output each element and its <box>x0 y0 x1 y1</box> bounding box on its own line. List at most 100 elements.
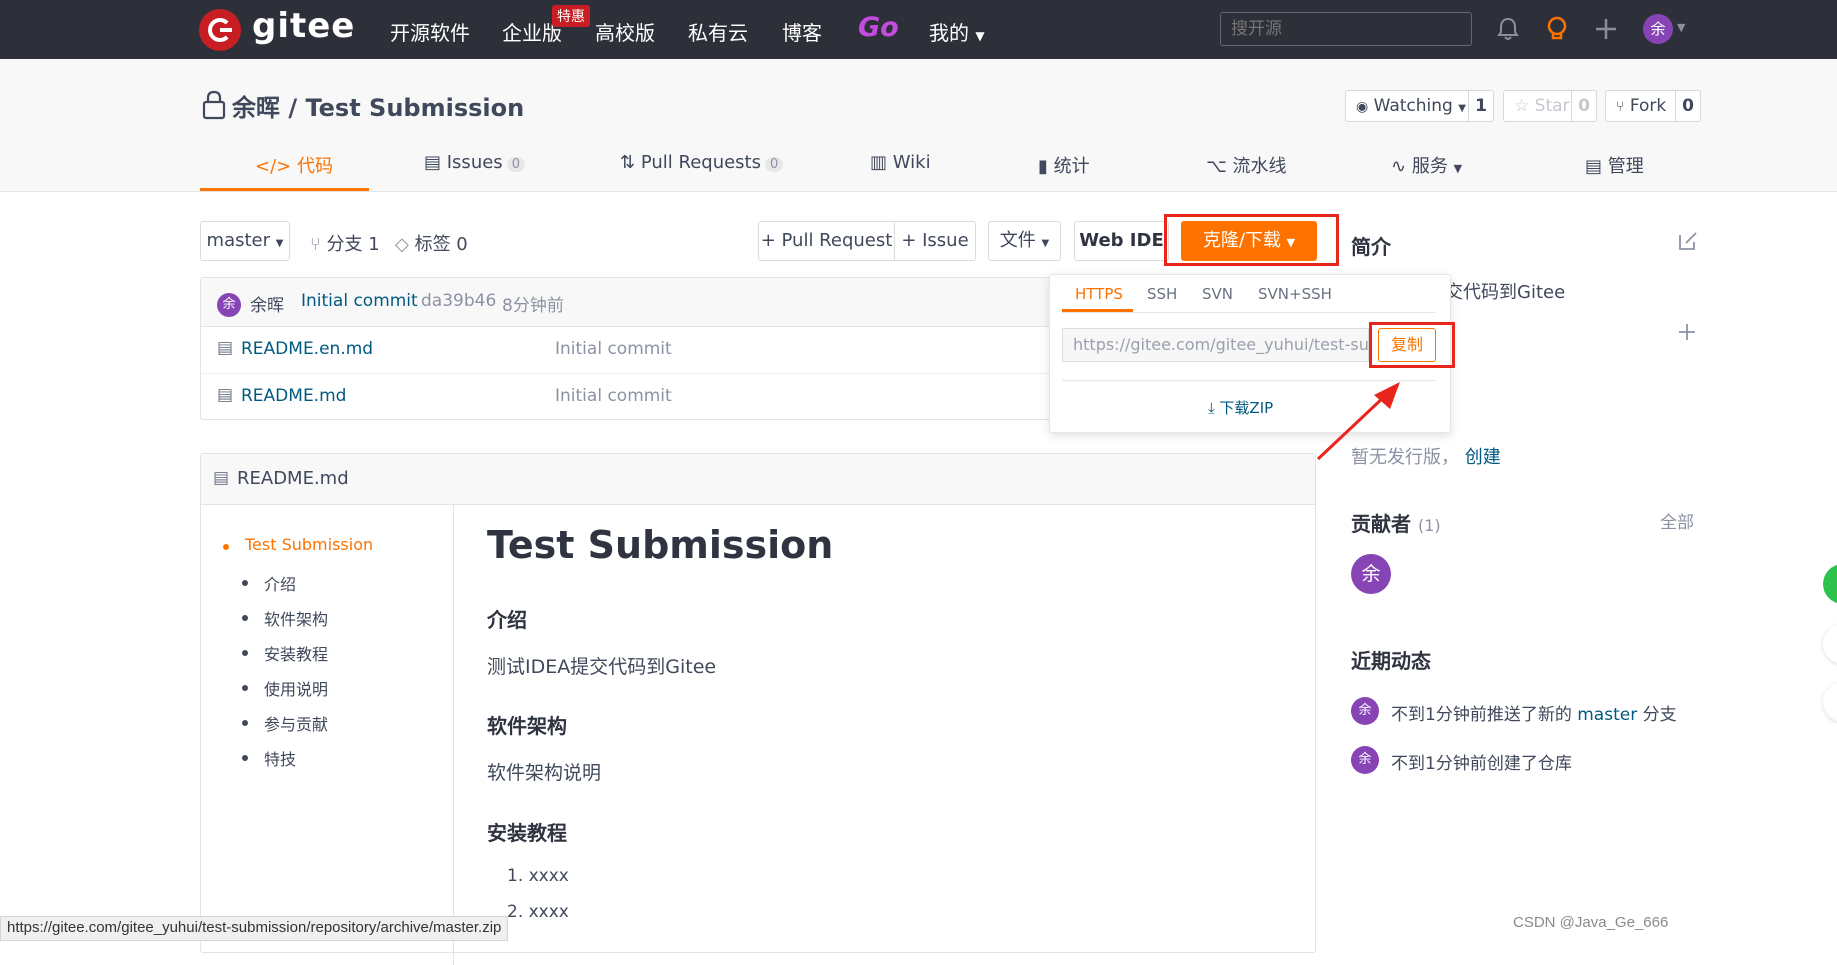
tab-pull-requests[interactable]: ⇅ Pull Requests 0 <box>620 152 784 173</box>
toc-item[interactable]: Test Submission <box>245 535 373 554</box>
plus-icon[interactable] <box>1593 16 1619 42</box>
tab-pipeline[interactable]: ⌥ 流水线 <box>1206 152 1286 178</box>
gitee-logo-icon[interactable] <box>199 9 241 51</box>
tags-link[interactable]: ◇ 标签 0 <box>395 230 468 256</box>
clone-url-input[interactable]: https://gitee.com/gitee_yuhui/test-submi… <box>1062 328 1369 362</box>
file-icon: ▤ <box>217 385 234 405</box>
tab-manage[interactable]: ▤ 管理 <box>1585 152 1644 178</box>
contributors-all-link[interactable]: 全部 <box>1660 508 1694 533</box>
toc-item[interactable]: 特技 <box>264 746 296 770</box>
activity-avatar[interactable]: 余 <box>1351 746 1379 774</box>
tab-wiki[interactable]: ▥ Wiki <box>870 152 931 173</box>
search-input[interactable] <box>1220 12 1472 46</box>
bell-icon[interactable] <box>1495 16 1521 42</box>
clone-tab-svn[interactable]: SVN <box>1202 285 1233 303</box>
commit-author-avatar[interactable]: 余 <box>217 293 241 317</box>
nav-university[interactable]: 高校版 <box>595 17 655 46</box>
nav-mine[interactable]: 我的 ▼ <box>929 17 985 46</box>
commit-message[interactable]: Initial commit <box>301 291 418 311</box>
branch-select[interactable]: master ▼ <box>200 221 290 261</box>
activity-avatar[interactable]: 余 <box>1351 697 1379 725</box>
latest-commit-row: 余 余晖 Initial commit da39b46 8分钟前 <box>201 278 1119 327</box>
tab-pull-requests-label: Pull Requests <box>640 152 761 173</box>
toc-item[interactable]: 介绍 <box>264 571 296 595</box>
file-name[interactable]: README.md <box>241 386 346 406</box>
commit-hash[interactable]: da39b46 <box>421 291 496 311</box>
annotation-highlight-copy <box>1369 322 1455 368</box>
file-row[interactable]: ▤ README.en.md Initial commit <box>201 326 1119 374</box>
edit-icon[interactable] <box>1677 230 1699 252</box>
eye-icon: ◉ <box>1356 99 1369 115</box>
lock-icon <box>202 90 226 120</box>
file-commit-message[interactable]: Initial commit <box>555 339 672 359</box>
create-release-link[interactable]: 创建 <box>1465 447 1501 468</box>
commit-author[interactable]: 余晖 <box>250 291 284 316</box>
toc-item[interactable]: 参与贡献 <box>264 711 328 735</box>
contributor-avatar[interactable]: 余 <box>1351 554 1391 594</box>
gitee-logo-text[interactable]: gitee <box>252 6 355 46</box>
activity-branch-link[interactable]: master <box>1577 705 1637 725</box>
tag-icon: ◇ <box>395 234 409 255</box>
readme-filename[interactable]: README.md <box>237 468 349 489</box>
star-count: 0 <box>1571 91 1596 121</box>
fork-label: Fork <box>1629 96 1667 116</box>
file-name[interactable]: README.en.md <box>241 339 373 359</box>
readme-list-item: 2. xxxx <box>507 902 569 922</box>
toc-item[interactable]: 使用说明 <box>264 676 328 700</box>
tab-stats[interactable]: ▮ 统计 <box>1038 152 1090 178</box>
tab-issues-count: 0 <box>506 157 525 172</box>
tab-pipeline-label: 流水线 <box>1232 156 1287 177</box>
activity-title: 近期动态 <box>1351 649 1431 673</box>
toc-item[interactable]: 安装教程 <box>264 641 328 665</box>
nav-open-source[interactable]: 开源软件 <box>390 17 470 46</box>
lightbulb-icon[interactable] <box>1544 16 1570 42</box>
toc-bullet <box>242 615 248 621</box>
user-avatar[interactable]: 余 <box>1643 14 1673 44</box>
activity-item: 不到1分钟前创建了仓库 <box>1391 754 1572 774</box>
pull-request-button[interactable]: + Pull Request <box>758 221 895 261</box>
floating-action-button[interactable] <box>1823 682 1837 722</box>
star-label: Star <box>1534 96 1570 116</box>
readme-paragraph: 测试IDEA提交代码到Gitee <box>487 656 717 678</box>
fork-count: 0 <box>1675 91 1700 121</box>
file-icon: ▤ <box>217 338 234 358</box>
readme-list-item: 1. xxxx <box>507 866 569 886</box>
branches-link[interactable]: ⑂ 分支 1 <box>310 230 380 256</box>
clone-tab-svn-ssh[interactable]: SVN+SSH <box>1258 285 1332 303</box>
caret-down-icon: ▼ <box>1458 103 1466 114</box>
star-button[interactable]: ☆ Star 0 <box>1503 90 1597 122</box>
file-commit-message[interactable]: Initial commit <box>555 386 672 406</box>
plus-icon[interactable] <box>1677 322 1697 342</box>
file-row[interactable]: ▤ README.md Initial commit <box>201 373 1119 420</box>
tab-issues[interactable]: ▤ Issues 0 <box>424 152 525 173</box>
tab-stats-label: 统计 <box>1053 156 1090 177</box>
annotation-highlight-clone <box>1164 214 1339 266</box>
tab-services[interactable]: ∿ 服务 ▼ <box>1391 152 1462 178</box>
download-zip-link[interactable]: ⤓ 下载ZIP <box>1208 397 1273 418</box>
floating-action-button[interactable] <box>1823 624 1837 664</box>
watching-button[interactable]: ◉ Watching ▼ 1 <box>1345 90 1494 122</box>
pull-request-icon: ⇅ <box>620 152 636 173</box>
clone-tab-https[interactable]: HTTPS <box>1075 285 1123 303</box>
nav-blog[interactable]: 博客 <box>782 17 822 46</box>
pipeline-icon: ⌥ <box>1206 156 1227 177</box>
caret-down-icon[interactable]: ▼ <box>1677 21 1685 34</box>
toc-item[interactable]: 软件架构 <box>264 606 328 630</box>
web-ide-button[interactable]: Web IDE <box>1074 221 1169 261</box>
nav-mine-label: 我的 <box>929 21 969 45</box>
file-button[interactable]: 文件 ▼ <box>988 221 1061 261</box>
toc-bullet <box>242 650 248 656</box>
commit-time: 8分钟前 <box>502 296 564 316</box>
activity-item: 不到1分钟前推送了新的 master 分支 <box>1391 700 1677 725</box>
nav-go[interactable]: Go <box>858 12 899 43</box>
clone-tab-ssh[interactable]: SSH <box>1147 285 1177 303</box>
branch-select-label: master <box>206 230 271 251</box>
nav-private-cloud[interactable]: 私有云 <box>688 17 748 46</box>
repo-title[interactable]: 余晖 / Test Submission <box>232 88 524 123</box>
floating-help-button[interactable] <box>1823 564 1837 604</box>
toc-bullet <box>223 544 229 550</box>
annotation-arrow-icon <box>1316 382 1400 461</box>
tab-code[interactable]: </> 代码 <box>255 152 333 178</box>
new-issue-button[interactable]: + Issue <box>894 221 976 261</box>
fork-button[interactable]: ⑂ Fork 0 <box>1605 90 1701 122</box>
